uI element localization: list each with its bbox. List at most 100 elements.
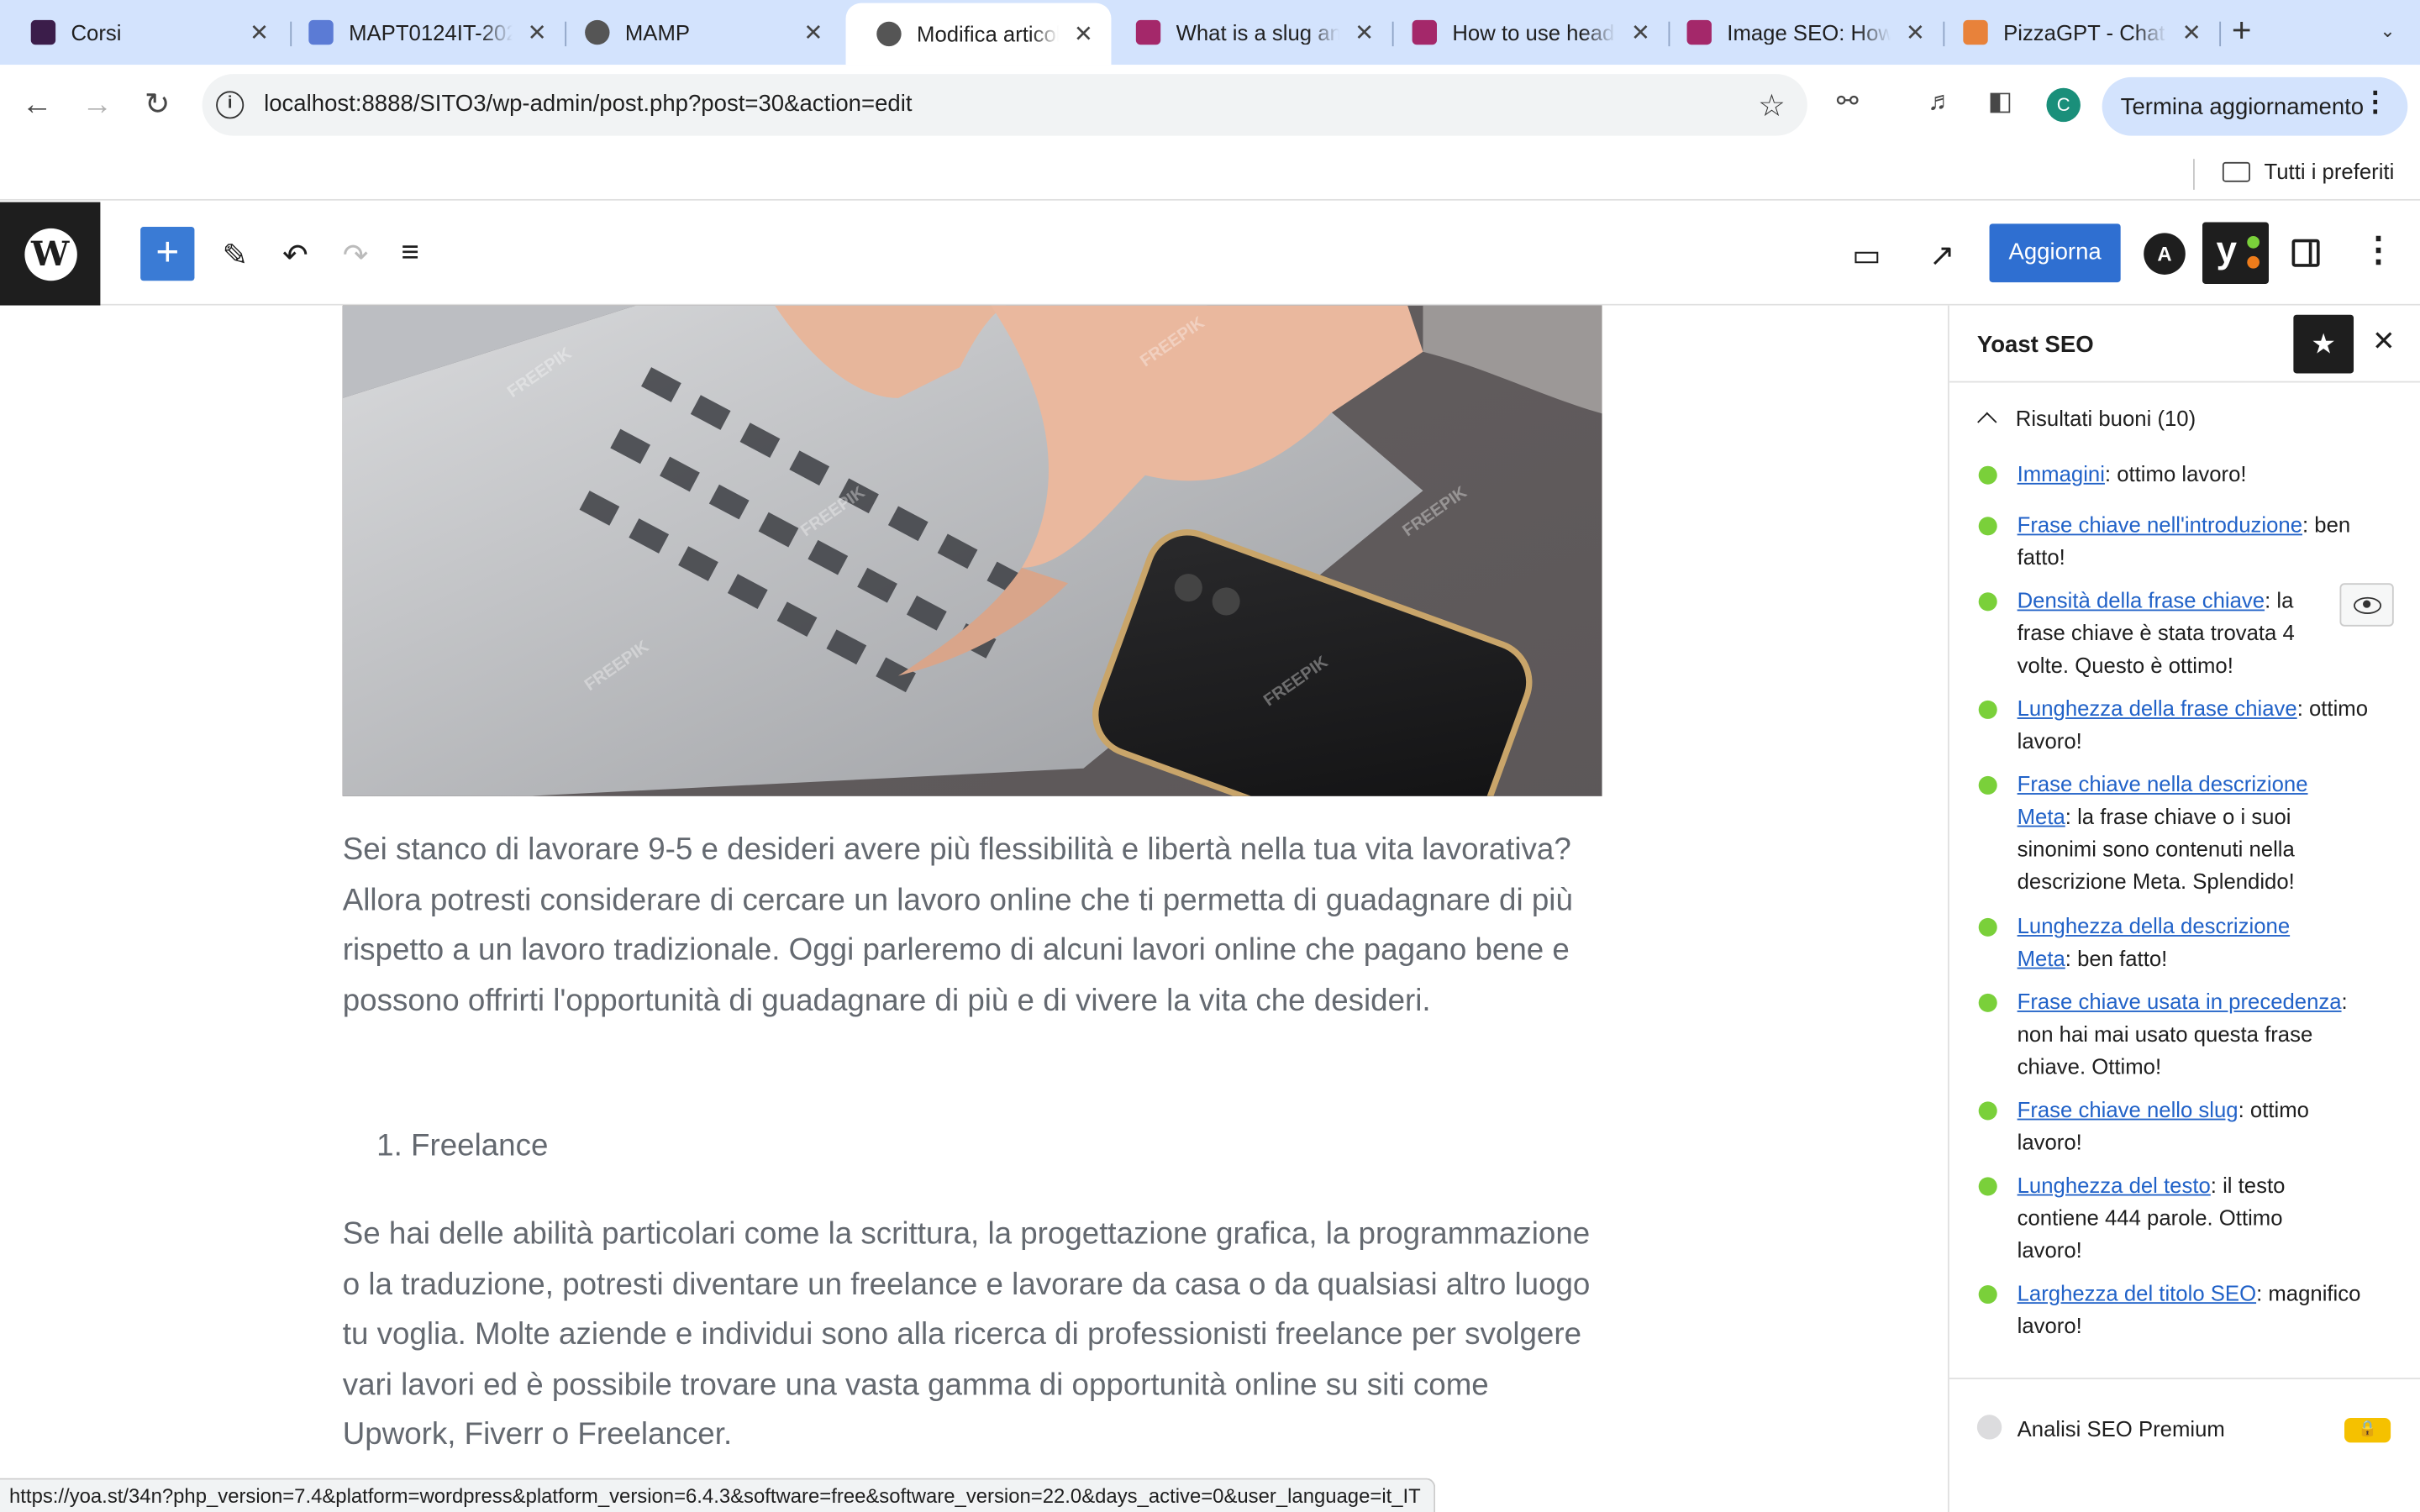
tab-mapt[interactable]: MAPT0124IT-2024 ✕: [278, 9, 566, 55]
document-overview-icon[interactable]: ≡: [402, 236, 419, 271]
sidebar-title: Yoast SEO: [1976, 331, 2094, 359]
good-bullet-icon: [1978, 517, 1997, 536]
tab-separator: [2219, 21, 2222, 47]
finish-update-button[interactable]: Termina aggiornamento ⋮: [2102, 76, 2408, 136]
list-number: 1.: [376, 1129, 402, 1163]
forward-button[interactable]: →: [79, 87, 116, 123]
good-results-toggle[interactable]: Risultati buoni (10): [1977, 406, 2196, 433]
result-item: Lunghezza della descrizione Meta: ben fa…: [2018, 911, 2326, 975]
highlight-eye-button[interactable]: [2339, 583, 2394, 627]
settings-sidebar-icon[interactable]: [2291, 239, 2320, 267]
tab-close-icon[interactable]: ✕: [2179, 18, 2203, 46]
tab-close-icon[interactable]: ✕: [1071, 20, 1096, 48]
tab-close-icon[interactable]: ✕: [801, 18, 825, 46]
good-bullet-icon: [1978, 700, 1997, 719]
yoast-favicon-icon: [1135, 19, 1161, 45]
close-icon[interactable]: ✕: [2372, 326, 2396, 359]
good-bullet-icon: [1978, 1285, 1997, 1305]
wordpress-favicon-icon: [876, 21, 902, 47]
tab-title: Modifica articolo: [917, 21, 1059, 47]
reload-button[interactable]: ↻: [139, 87, 176, 123]
tab-close-icon[interactable]: ✕: [1352, 18, 1376, 46]
result-link[interactable]: Densità della frase chiave: [2018, 588, 2265, 612]
tab-title: What is a slug and: [1176, 19, 1340, 45]
result-text: : ben fatto!: [2065, 945, 2168, 971]
browser-toolbar: ← → ↻ i localhost:8888/SITO3/wp-admin/po…: [0, 65, 2420, 149]
link-status-bar: https://yoa.st/34n?php_version=7.4&platf…: [0, 1478, 1435, 1512]
view-post-external-icon[interactable]: ↗: [1929, 236, 1955, 275]
extensions-puzzle-icon[interactable]: ⚯: [1837, 87, 1859, 118]
yoast-sidebar-toggle[interactable]: y: [2202, 222, 2269, 284]
wordpress-logo-button[interactable]: W: [0, 202, 101, 306]
result-link[interactable]: Immagini: [2018, 461, 2105, 486]
tab-title: PizzaGPT - Chat: [2003, 19, 2165, 45]
result-link[interactable]: Frase chiave nello slug: [2018, 1097, 2238, 1121]
pin-star-icon[interactable]: ★: [2293, 314, 2354, 374]
bookmarks-separator: [2193, 159, 2195, 190]
laptop-photo-illustration: FREEPIK FREEPIK FREEPIK FREEPIK FREEPIK …: [342, 305, 1602, 796]
editor-header: W + ✎ ↶ ↷ ≡ ▭ ↗ Aggiorna A y ⋮: [0, 202, 2420, 306]
edit-tools-pencil-icon[interactable]: ✎: [222, 236, 248, 275]
list-item-freelance[interactable]: 1. Freelance: [376, 1129, 548, 1164]
eye-icon: [2353, 596, 2381, 614]
tab-mamp[interactable]: MAMP ✕: [554, 9, 841, 55]
tab-modifica-articolo[interactable]: Modifica articolo ✕: [845, 3, 1112, 66]
premium-status-dot-icon: [1976, 1415, 2002, 1440]
tab-close-icon[interactable]: ✕: [1903, 18, 1928, 46]
tab-corsi[interactable]: Corsi ✕: [0, 9, 287, 55]
result-item: Frase chiave nell'introduzione: ben fatt…: [2018, 509, 2379, 574]
good-bullet-icon: [1978, 917, 1997, 937]
yoast-favicon-icon: [1686, 19, 1712, 45]
tab-title: MAPT0124IT-2024: [349, 19, 513, 45]
chevron-up-icon: [1977, 412, 1997, 433]
undo-icon[interactable]: ↶: [282, 236, 308, 275]
good-bullet-icon: [1978, 592, 1997, 612]
result-link[interactable]: Lunghezza della frase chiave: [2018, 696, 2297, 720]
good-results-label: Risultati buoni (10): [2015, 406, 2196, 431]
result-text: : ottimo lavoro!: [2104, 461, 2247, 486]
tab-close-icon[interactable]: ✕: [524, 18, 549, 46]
astra-settings-icon[interactable]: A: [2144, 233, 2186, 275]
update-post-button[interactable]: Aggiorna: [1989, 223, 2121, 283]
tab-close-icon[interactable]: ✕: [247, 18, 271, 46]
tab-image-seo[interactable]: Image SEO: How to ✕: [1656, 9, 1944, 55]
site-info-icon[interactable]: i: [216, 91, 245, 119]
mamp-favicon-icon: [585, 19, 610, 45]
back-button[interactable]: ←: [18, 87, 55, 123]
result-item: Lunghezza del testo: il testo contiene 4…: [2018, 1169, 2342, 1267]
address-bar[interactable]: i localhost:8888/SITO3/wp-admin/post.php…: [202, 74, 1807, 136]
block-inserter-button[interactable]: +: [140, 227, 195, 281]
new-tab-button[interactable]: +: [2232, 13, 2252, 48]
result-item: Larghezza del titolo SEO: magnifico lavo…: [2018, 1278, 2379, 1342]
bookmark-star-icon[interactable]: ☆: [1758, 87, 1786, 125]
redo-icon[interactable]: ↷: [343, 236, 369, 275]
corsi-favicon-icon: [30, 19, 56, 45]
preview-desktop-icon[interactable]: ▭: [1852, 236, 1881, 275]
media-controls-icon[interactable]: ♬: [1928, 87, 1954, 118]
result-item: Lunghezza della frase chiave: ottimo lav…: [2018, 693, 2379, 758]
tab-slug[interactable]: What is a slug and ✕: [1105, 9, 1392, 55]
result-link[interactable]: Lunghezza del testo: [2018, 1173, 2211, 1197]
all-bookmarks-folder[interactable]: Tutti i preferiti: [2222, 159, 2395, 184]
tab-search-button[interactable]: ⌄: [2369, 13, 2406, 50]
tab-close-icon[interactable]: ✕: [1628, 18, 1653, 46]
options-kebab-icon[interactable]: ⋮: [2361, 232, 2395, 266]
tab-pizzagpt[interactable]: PizzaGPT - Chat ✕: [1933, 9, 2220, 55]
profile-avatar[interactable]: C: [2046, 87, 2081, 123]
result-item: Frase chiave nella descrizione Meta: la …: [2018, 769, 2342, 898]
paragraph-freelance[interactable]: Se hai delle abilità particolari come la…: [343, 1210, 1608, 1460]
featured-image-laptop-photo[interactable]: FREEPIK FREEPIK FREEPIK FREEPIK FREEPIK …: [342, 305, 1602, 796]
side-panel-icon[interactable]: ◧: [1988, 87, 2013, 118]
result-link[interactable]: Frase chiave nell'introduzione: [2018, 512, 2302, 537]
sidebar-divider: [1949, 1378, 2420, 1380]
result-link[interactable]: Larghezza del titolo SEO: [2018, 1280, 2256, 1305]
premium-analysis-label[interactable]: Analisi SEO Premium: [2018, 1416, 2225, 1441]
editor-canvas: FREEPIK FREEPIK FREEPIK FREEPIK FREEPIK …: [0, 305, 1948, 1512]
result-link[interactable]: Frase chiave usata in precedenza: [2018, 989, 2342, 1013]
paragraph-intro[interactable]: Sei stanco di lavorare 9-5 e desideri av…: [343, 826, 1608, 1026]
tab-title: Corsi: [71, 19, 122, 45]
url-text[interactable]: localhost:8888/SITO3/wp-admin/post.php?p…: [264, 91, 912, 117]
folder-label: Tutti i preferiti: [2264, 159, 2395, 184]
wordpress-logo-icon: W: [24, 227, 76, 281]
tab-heading[interactable]: How to use heading ✕: [1381, 9, 1669, 55]
